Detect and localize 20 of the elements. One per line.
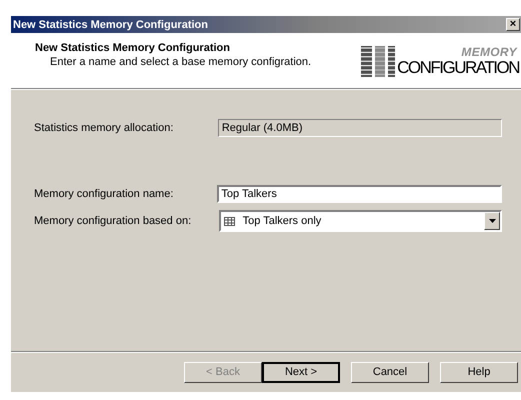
dropdown-value: Top Talkers only [242,215,322,227]
logo-text: MEMORY [461,44,518,58]
wizard-button[interactable]: Next > [262,362,340,382]
field-label: Memory configuration name: [34,188,174,200]
dropdown-arrow-button[interactable] [484,212,500,230]
field-label: Memory configuration based on: [34,215,192,227]
allocation-field: Regular (4.0MB) [218,119,502,137]
name-input[interactable]: Top Talkers [217,185,502,203]
wizard-button[interactable]: Help [440,362,518,382]
base-config-dropdown[interactable]: Top Talkers only [218,210,502,232]
logo-text: CONFIGURATION [397,58,520,76]
grid-logo-icon [361,46,396,76]
field-label: Statistics memory allocation: [34,122,174,134]
header-title: New Statistics Memory Configuration [35,42,231,54]
header-subtitle: Enter a name and select a base memory configration. [49,56,312,68]
window-title: New Statistics Memory Configuration [13,18,208,30]
table-icon [224,216,235,226]
close-button[interactable]: × [506,18,520,31]
wizard-button[interactable]: Cancel [351,362,429,382]
caret-icon [488,219,496,223]
